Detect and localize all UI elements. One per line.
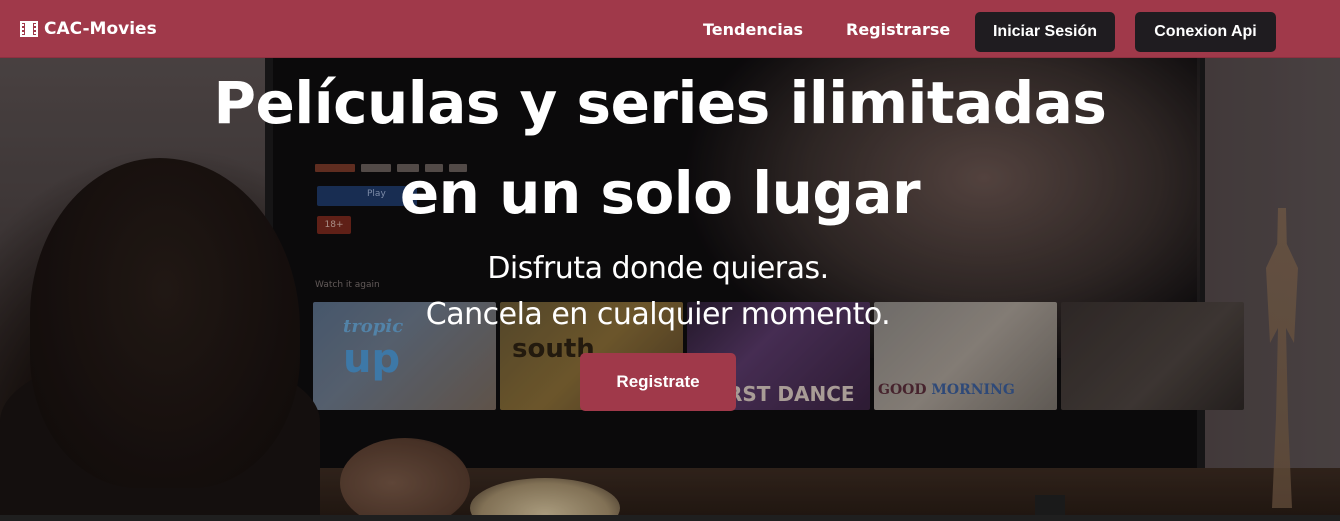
hero-subtitle-line: Disfruta donde quieras. (487, 251, 829, 286)
brand-link[interactable]: CAC-Movies (20, 19, 157, 39)
api-connection-button[interactable]: Conexion Api (1135, 12, 1276, 52)
bottom-edge (0, 515, 1340, 521)
nav-link-tendencias[interactable]: Tendencias (703, 20, 803, 39)
nav-link-registrarse[interactable]: Registrarse (846, 20, 950, 39)
hero-title-line: Películas y series ilimitadas (213, 69, 1107, 137)
register-cta-button[interactable]: Registrate (580, 353, 736, 411)
hero-title: Películas y series ilimitadas en un solo… (170, 58, 1150, 238)
login-button[interactable]: Iniciar Sesión (975, 12, 1115, 52)
top-navbar: CAC-Movies Tendencias Registrarse Inicia… (0, 0, 1340, 58)
film-icon (20, 21, 38, 37)
hero-subtitle: Disfruta donde quieras. Cancela en cualq… (258, 246, 1058, 338)
hero-section: Play 18+ Watch it again tropic up south … (0, 58, 1340, 515)
brand-name: CAC-Movies (44, 19, 157, 39)
hero-subtitle-line: Cancela en cualquier momento. (425, 297, 891, 332)
hero-title-line: en un solo lugar (399, 159, 921, 227)
